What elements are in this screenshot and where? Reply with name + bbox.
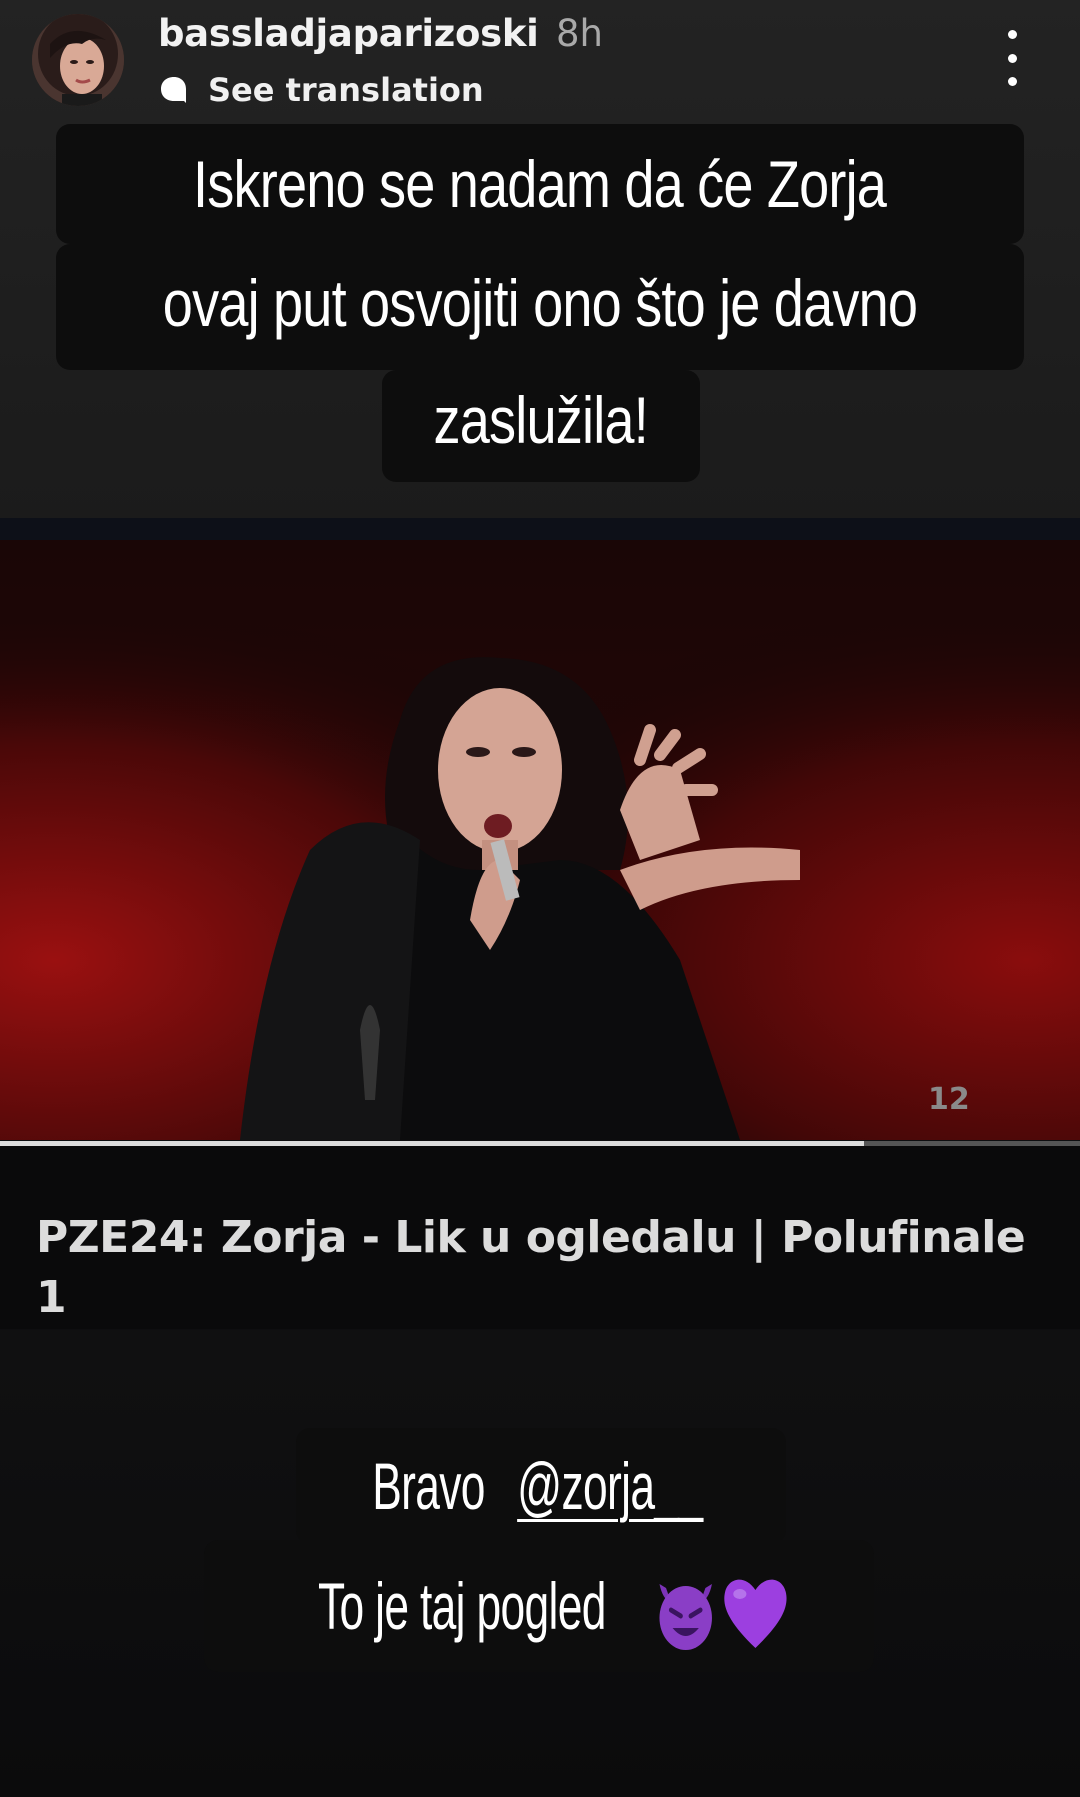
caption-line: zaslužila! [382, 370, 700, 482]
more-vertical-icon[interactable] [994, 30, 1030, 86]
video-thumbnail[interactable] [0, 540, 1080, 1140]
username[interactable]: bassladjaparizoski [158, 12, 539, 55]
caption-bravo: Bravo [371, 1449, 485, 1523]
see-translation-button[interactable]: See translation [158, 70, 484, 110]
purple-heart-emoji [724, 1579, 788, 1648]
video-title[interactable]: PZE24: Zorja - Lik u ogledalu | Polufina… [36, 1208, 1046, 1328]
post-time: 8h [556, 12, 603, 55]
caption-line2-text: To je taj pogled [318, 1569, 607, 1643]
avatar[interactable] [32, 14, 124, 106]
see-translation-label: See translation [208, 71, 484, 109]
caption-line: Iskreno se nadam da će Zorja [56, 124, 1024, 244]
video-card-top-strip [0, 518, 1080, 540]
translate-icon [161, 77, 186, 103]
smiling-devil-emoji [660, 1583, 713, 1650]
caption-line: To je taj pogled [204, 1540, 874, 1672]
mention-link[interactable]: @zorja__ [517, 1428, 703, 1544]
caption-line: ovaj put osvojiti ono što je davno [56, 244, 1024, 370]
caption-line: Bravo @zorja__ [296, 1428, 786, 1544]
channel-number: 12 [928, 1082, 970, 1117]
